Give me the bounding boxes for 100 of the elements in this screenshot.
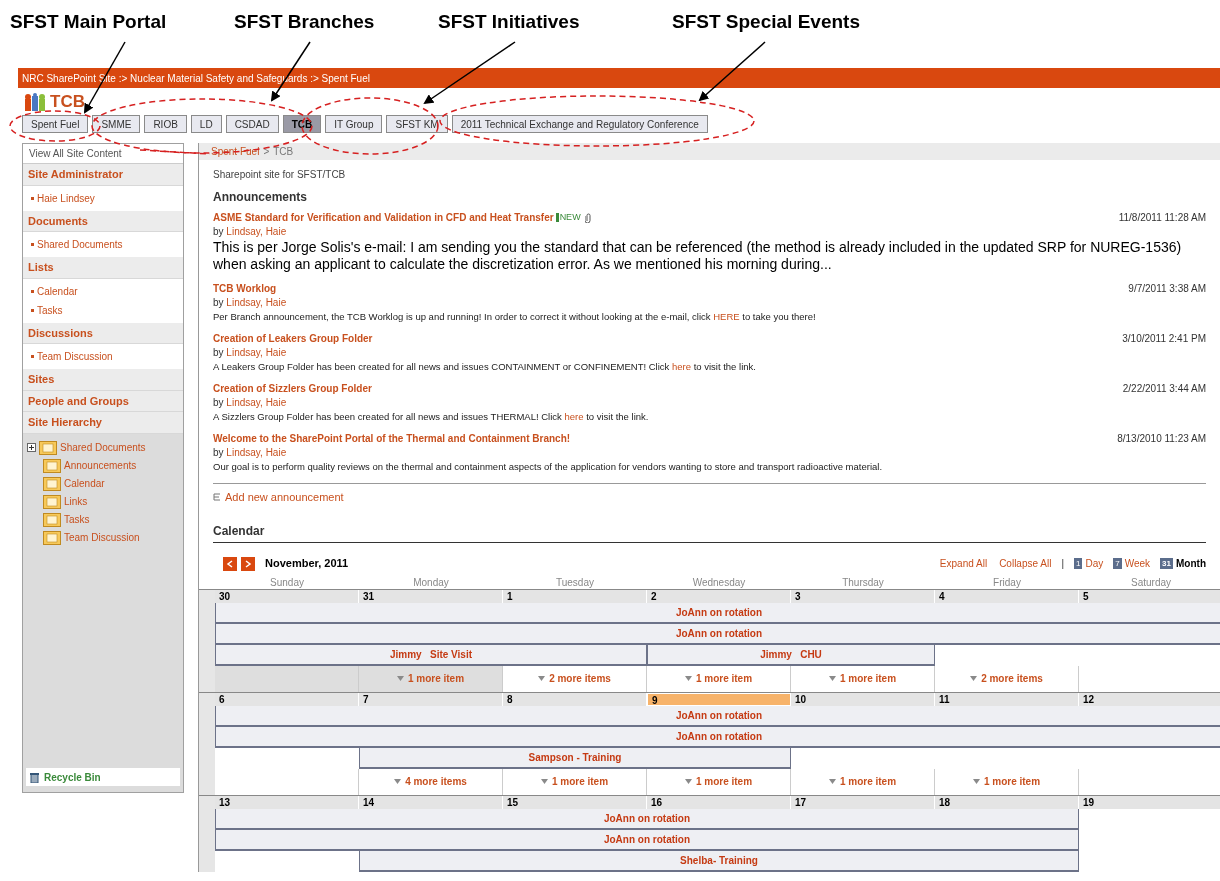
- more-items-link[interactable]: 1 more item: [540, 774, 609, 789]
- calendar-event[interactable]: Jimmy CHU: [647, 644, 935, 666]
- more-items-link[interactable]: 1 more item: [828, 774, 897, 789]
- announcement-title[interactable]: Creation of Sizzlers Group Folder: [213, 381, 372, 396]
- sidebar-heading[interactable]: Lists: [23, 257, 183, 279]
- announcement-title[interactable]: Creation of Leakers Group Folder: [213, 331, 373, 346]
- list-icon: [39, 440, 57, 455]
- nav-tab[interactable]: 2011 Technical Exchange and Regulatory Conference: [451, 115, 708, 133]
- day-number: 11: [935, 692, 1079, 706]
- list-icon: [43, 458, 61, 473]
- more-items-link[interactable]: 4 more items: [394, 774, 467, 789]
- author-link[interactable]: Lindsay, Haie: [226, 297, 287, 308]
- tree-item[interactable]: Tasks: [64, 512, 90, 527]
- list-icon: [43, 530, 61, 545]
- author-link[interactable]: Lindsay, Haie: [226, 347, 287, 358]
- day-number: 5: [1079, 589, 1220, 603]
- by-label: by: [213, 447, 224, 458]
- sidebar-heading[interactable]: Site Hierarchy: [23, 412, 183, 434]
- sidebar-item[interactable]: Tasks: [37, 302, 63, 318]
- body-link[interactable]: HERE: [713, 311, 740, 322]
- nav-tab[interactable]: CSDAD: [225, 115, 279, 133]
- day-number: 12: [1079, 692, 1220, 706]
- sidebar-heading[interactable]: Site Administrator: [23, 164, 183, 186]
- sidebar-item[interactable]: Team Discussion: [37, 349, 113, 364]
- tree-item[interactable]: Team Discussion: [64, 530, 140, 545]
- day-number: 31: [359, 589, 503, 603]
- body-link[interactable]: here: [564, 411, 584, 422]
- nav-tab[interactable]: LD: [190, 115, 222, 133]
- nav-tab[interactable]: RIOB: [144, 115, 187, 133]
- caret-icon: [394, 779, 402, 784]
- calendar-event[interactable]: JoAnn on rotation: [215, 705, 1220, 727]
- announcement-body: This is per Jorge Solis's e-mail: I am sending you the standard that can be referenced (the method is already included in the updated SRP for NUREG-1536) when asking an applicant to calculate the discretization error. As we mentioned his morning during...: [213, 239, 1183, 273]
- day-number: 3: [791, 589, 935, 603]
- sidebar-item[interactable]: Haie Lindsey: [37, 190, 95, 206]
- body-link[interactable]: here: [672, 361, 691, 372]
- section-title: Announcements: [213, 189, 308, 206]
- more-items-link[interactable]: 2 more items: [538, 671, 611, 686]
- author-link[interactable]: Lindsay, Haie: [226, 447, 287, 458]
- announcement-title[interactable]: ASME Standard for Verification and Validation in CFD and Heat Transfer: [213, 210, 554, 225]
- sidebar-item[interactable]: Calendar: [37, 283, 78, 299]
- more-items-link[interactable]: 1 more item: [684, 774, 753, 789]
- calendar-event[interactable]: JoAnn on rotation: [215, 602, 1220, 624]
- announcement-body: Per Branch announcement, the TCB Worklog is up and running! In order to correct it without looking at the e-mail, click HERE to take you there!: [213, 310, 817, 323]
- author-link[interactable]: Lindsay, Haie: [226, 397, 287, 408]
- sidebar-heading[interactable]: Discussions: [23, 322, 183, 344]
- nav-tab[interactable]: SMME: [92, 115, 141, 133]
- more-items-link[interactable]: 2 more items: [970, 671, 1043, 686]
- collapse-all-link[interactable]: Collapse All: [999, 556, 1052, 571]
- section-title: Calendar: [213, 521, 1206, 543]
- more-items-link[interactable]: 1 more item: [972, 774, 1041, 789]
- tree-item[interactable]: Calendar: [64, 476, 105, 491]
- more-items-link[interactable]: 1 more item: [828, 671, 897, 686]
- month-title: November, 2011: [265, 556, 349, 572]
- more-items-link[interactable]: 1 more item: [684, 671, 753, 686]
- sidebar-heading[interactable]: Sites: [23, 369, 183, 391]
- tree-item[interactable]: Links: [64, 494, 88, 509]
- next-month-button[interactable]: [241, 556, 255, 571]
- previous-month-button[interactable]: [223, 556, 237, 571]
- calendar-event[interactable]: JoAnn on rotation: [215, 829, 1079, 851]
- site-description: Sharepoint site for SFST/TCB: [212, 168, 347, 182]
- view-tab[interactable]: 1 Day: [1074, 556, 1104, 571]
- announcement-date: 2/22/2011 3:44 AM: [1122, 382, 1206, 396]
- calendar-event[interactable]: JoAnn on rotation: [215, 623, 1220, 645]
- tree-item[interactable]: Shared Documents: [60, 440, 146, 455]
- view-tab[interactable]: 7 Week: [1113, 556, 1151, 571]
- caret-icon: [970, 676, 978, 681]
- weekday-header: Saturday: [1130, 575, 1172, 589]
- expand-all-link[interactable]: Expand All: [939, 556, 988, 571]
- calendar-event[interactable]: Jimmy Site Visit: [215, 644, 647, 666]
- author-link[interactable]: Lindsay, Haie: [226, 226, 287, 237]
- view-tab[interactable]: 31 Month: [1160, 556, 1206, 571]
- caret-icon: [684, 676, 692, 681]
- nav-tab[interactable]: Spent Fuel: [22, 115, 89, 133]
- breadcrumb-separator: >: [263, 145, 270, 159]
- more-items-link[interactable]: 1 more item: [396, 671, 465, 686]
- sidebar-heading[interactable]: Documents: [23, 210, 183, 232]
- announcement-title[interactable]: Welcome to the SharePoint Portal of the Thermal and Containment Branch!: [213, 431, 571, 446]
- caret-icon: [684, 779, 692, 784]
- day-number: 6: [215, 692, 359, 706]
- caret-icon: [396, 676, 404, 681]
- sidebar-item[interactable]: Shared Documents: [37, 237, 123, 252]
- by-label: by: [213, 347, 224, 358]
- nav-tab[interactable]: TCB: [282, 115, 322, 133]
- calendar-event[interactable]: JoAnn on rotation: [215, 726, 1220, 748]
- announcement-body: Our goal is to perform quality reviews on the thermal and containment aspects of the application for vendors wanting to store and transport radioactive material.: [213, 460, 884, 473]
- calendar-event[interactable]: Sampson - Training: [359, 747, 791, 769]
- calendar-event[interactable]: JoAnn on rotation: [215, 808, 1079, 830]
- caret-icon: [828, 676, 836, 681]
- announcement-title[interactable]: TCB Worklog: [213, 281, 277, 296]
- calendar-event[interactable]: Shelba- Training: [359, 850, 1079, 872]
- expand-icon[interactable]: [27, 443, 36, 452]
- day-number: 18: [935, 795, 1079, 809]
- add-announcement-link[interactable]: Add new announcement: [225, 489, 344, 506]
- callout-label: SFST Main Portal: [10, 10, 167, 34]
- list-icon: [43, 476, 61, 491]
- sidebar-heading[interactable]: People and Groups: [23, 390, 183, 412]
- by-label: by: [213, 397, 224, 408]
- announcement-body: A Sizzlers Group Folder has been created for all news and issues THERMAL! Click here to visit the link.: [213, 410, 650, 423]
- tree-item[interactable]: Announcements: [64, 458, 137, 473]
- nav-tab[interactable]: IT Group: [325, 115, 383, 133]
